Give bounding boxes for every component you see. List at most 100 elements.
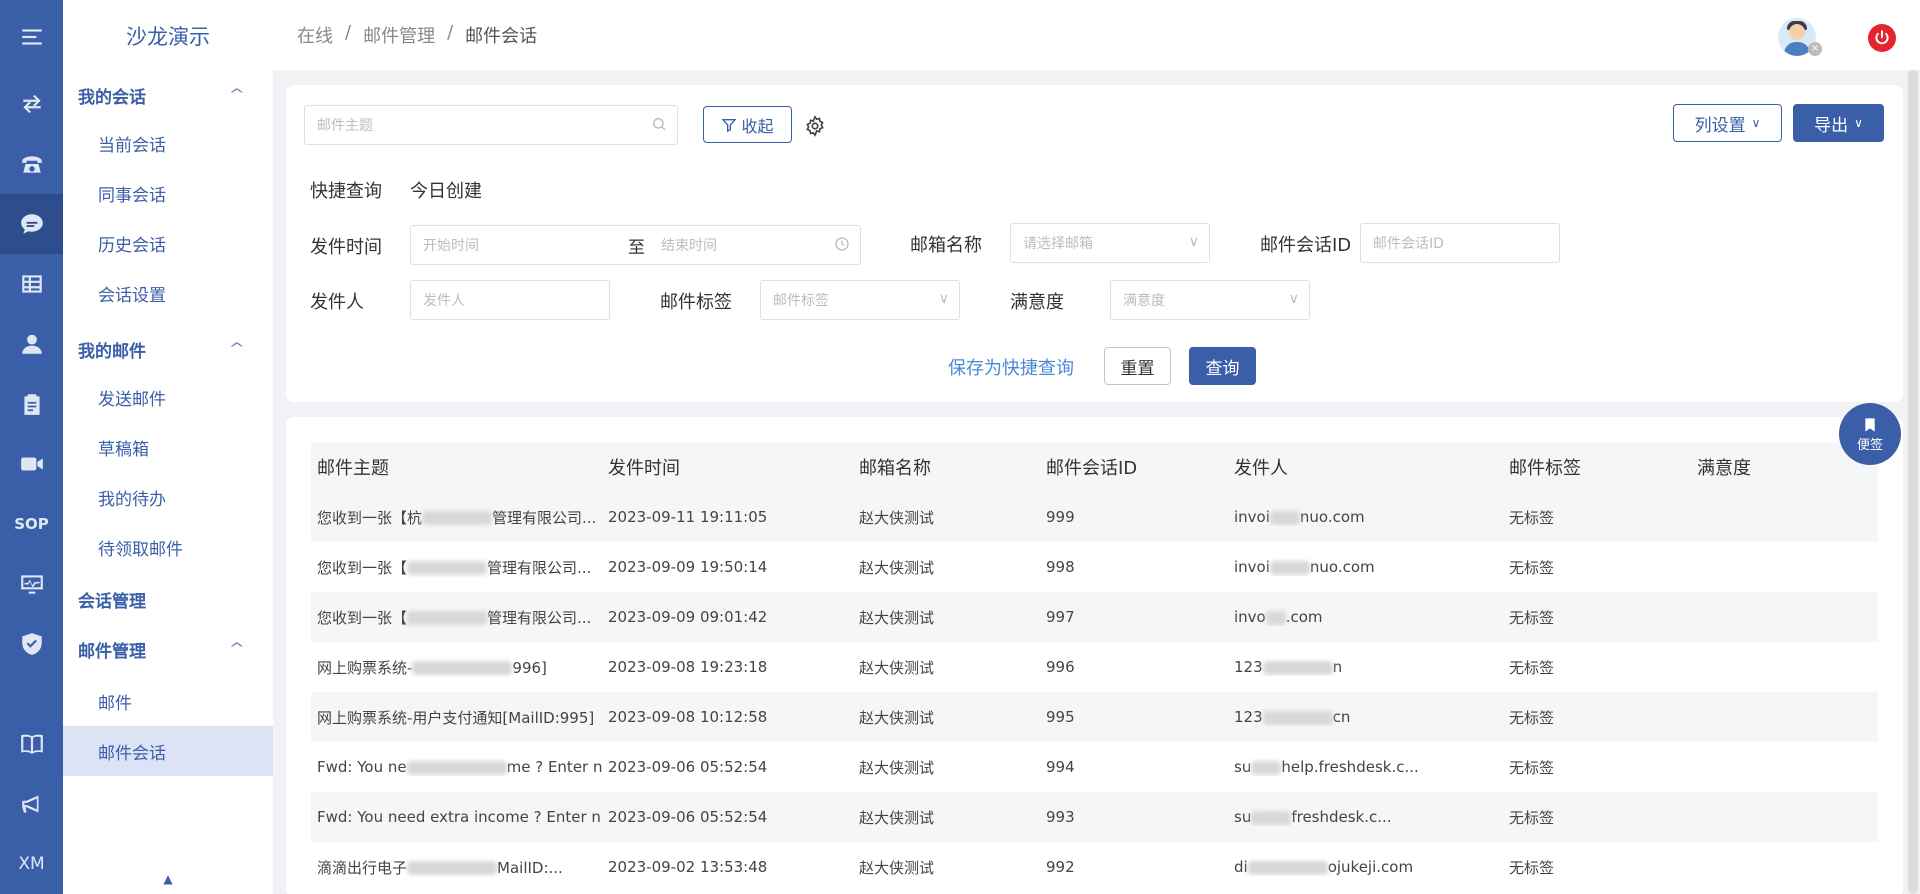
grid-icon[interactable] <box>0 254 63 314</box>
phone-icon[interactable] <box>0 134 63 194</box>
video-icon[interactable] <box>0 434 63 494</box>
sender-input[interactable]: 发件人 <box>410 280 610 320</box>
col-tag[interactable]: 邮件标签 <box>1503 454 1691 480</box>
user-icon[interactable] <box>0 314 63 374</box>
cell-session-id: 997 <box>1046 608 1075 626</box>
menu-toggle-icon[interactable] <box>0 0 63 74</box>
cell-subject: 您收到一张【 管理有限公司... <box>317 608 592 627</box>
nav-item-colleague-session[interactable]: 同事会话 <box>63 168 273 218</box>
table-row[interactable]: 滴滴出行电子 MailID:... 2023-09-02 13:53:48 赵大侠测试… <box>311 842 1878 892</box>
column-settings-button[interactable]: 列设置 ∨ <box>1673 104 1782 142</box>
cell-sender: invoi nuo.com <box>1234 508 1365 526</box>
cell-send-time: 2023-09-08 10:12:58 <box>608 708 768 726</box>
session-id-input[interactable]: 邮件会话ID <box>1360 223 1560 263</box>
cell-send-time: 2023-09-11 19:11:05 <box>608 508 768 526</box>
col-subject[interactable]: 邮件主题 <box>311 454 602 480</box>
cell-subject: Fwd: You need extra income ? Enter n... <box>317 808 602 826</box>
start-time-input[interactable]: 开始时间 <box>423 235 628 255</box>
clipboard-icon[interactable] <box>0 374 63 434</box>
nav-item-current-session[interactable]: 当前会话 <box>63 118 273 168</box>
mailbox-label: 邮箱名称 <box>910 235 982 256</box>
cell-subject: 网上购票系统-用户支付通知[MailID:995] <box>317 708 595 727</box>
cell-sender: invoi nuo.com <box>1234 558 1375 576</box>
cell-subject: 网上购票系统- 996] <box>317 658 547 677</box>
table-row[interactable]: 您收到一张【 管理有限公司... 2023-09-09 19:50:14 赵大侠测试 9… <box>311 542 1878 592</box>
table-header: 邮件主题 发件时间 邮箱名称 邮件会话ID 发件人 邮件标签 满意度 <box>311 442 1878 492</box>
book-icon[interactable] <box>0 714 63 774</box>
transfer-icon[interactable] <box>0 74 63 134</box>
table-row[interactable]: 您收到一张【 管理有限公司... 2023-09-09 09:01:42 赵大侠测试 9… <box>311 592 1878 642</box>
nav-group-session-management[interactable]: 会话管理 <box>63 576 273 622</box>
cell-sender: 123 n <box>1234 658 1343 676</box>
table-row[interactable]: 网上购票系统-用户支付通知[MailID:995] 2023-09-08 10:1… <box>311 692 1878 742</box>
nav-item-mail-session[interactable]: 邮件会话 <box>63 726 273 776</box>
icon-rail: SOP XM <box>0 0 63 894</box>
send-time-label: 发件时间 <box>310 237 382 258</box>
nav-item-my-todo[interactable]: 我的待办 <box>63 472 273 522</box>
cell-mailbox: 赵大侠测试 <box>859 608 935 627</box>
end-time-input[interactable]: 结束时间 <box>661 235 717 255</box>
app-title: 沙龙演示 <box>126 25 210 49</box>
tag-select[interactable]: 邮件标签 ∨ <box>760 280 960 320</box>
chat-icon[interactable] <box>0 193 63 254</box>
gear-icon[interactable] <box>804 115 826 141</box>
col-session-id[interactable]: 邮件会话ID <box>1040 454 1228 480</box>
nav-item-drafts[interactable]: 草稿箱 <box>63 422 273 472</box>
export-button[interactable]: 导出 ∨ <box>1793 104 1884 142</box>
col-send-time[interactable]: 发件时间 <box>602 454 853 480</box>
shield-icon[interactable] <box>0 614 63 674</box>
mailbox-select[interactable]: 请选择邮箱 ∨ <box>1010 223 1210 263</box>
breadcrumb-online[interactable]: 在线 <box>297 22 333 48</box>
cell-sender: di ojukeji.com <box>1234 858 1414 876</box>
chevron-up-icon: ^ <box>228 341 246 357</box>
save-quick-query-link[interactable]: 保存为快捷查询 <box>948 354 1074 380</box>
nav-item-send-mail[interactable]: 发送邮件 <box>63 372 273 422</box>
nav-group-my-mail[interactable]: 我的邮件 ^ <box>63 326 273 372</box>
quick-query-today[interactable]: 今日创建 <box>410 177 482 203</box>
scrollbar[interactable] <box>1908 70 1918 894</box>
subject-search-input[interactable]: 邮件主题 <box>304 105 678 145</box>
reset-button[interactable]: 重置 <box>1104 347 1171 385</box>
power-icon[interactable] <box>1868 24 1896 52</box>
cell-send-time: 2023-09-08 19:23:18 <box>608 658 768 676</box>
cell-mailbox: 赵大侠测试 <box>859 708 935 727</box>
breadcrumb-mail-management[interactable]: 邮件管理 <box>363 22 435 48</box>
sticky-note-button[interactable]: 便签 <box>1839 403 1901 465</box>
cell-subject: 您收到一张【 管理有限公司... <box>317 558 592 577</box>
col-mailbox[interactable]: 邮箱名称 <box>853 454 1040 480</box>
cell-sender: su freshdesk.c... <box>1234 808 1392 826</box>
table-row[interactable]: 您收到一张【杭 管理有限公司... 2023-09-11 19:11:05 赵大侠测试… <box>311 492 1878 542</box>
cell-sender: su help.freshdesk.c... <box>1234 758 1419 776</box>
chevron-down-icon: ∨ <box>1288 291 1299 307</box>
collapse-sidebar-icon[interactable]: ▲ <box>63 872 273 886</box>
cell-tag: 无标签 <box>1509 608 1555 627</box>
mail-session-table: 邮件主题 发件时间 邮箱名称 邮件会话ID 发件人 邮件标签 满意度 您收到一张… <box>311 442 1878 892</box>
satisfaction-label: 满意度 <box>1010 292 1064 313</box>
date-range-picker[interactable]: 开始时间 至 结束时间 <box>410 225 861 265</box>
nav-group-mail-management[interactable]: 邮件管理 ^ <box>63 626 273 672</box>
nav-item-history-session[interactable]: 历史会话 <box>63 218 273 268</box>
collapse-button[interactable]: 收起 <box>703 106 792 143</box>
nav-item-unclaimed-mail[interactable]: 待领取邮件 <box>63 522 273 572</box>
table-row[interactable]: Fwd: You need extra income ? Enter n... 2… <box>311 792 1878 842</box>
chevron-down-icon: ∨ <box>1188 234 1199 250</box>
cell-session-id: 995 <box>1046 708 1075 726</box>
satisfaction-select[interactable]: 满意度 ∨ <box>1110 280 1310 320</box>
table-body: 您收到一张【杭 管理有限公司... 2023-09-11 19:11:05 赵大侠测试… <box>311 492 1878 892</box>
sop-icon[interactable]: SOP <box>0 494 63 554</box>
table-row[interactable]: Fwd: You neme ? Enter n... 2023-09-06 05:… <box>311 742 1878 792</box>
nav-item-session-settings[interactable]: 会话设置 <box>63 268 273 318</box>
nav-item-mail[interactable]: 邮件 <box>63 676 273 726</box>
megaphone-icon[interactable] <box>0 774 63 834</box>
breadcrumb: 在线 / 邮件管理 / 邮件会话 <box>297 22 538 48</box>
col-sender[interactable]: 发件人 <box>1228 454 1503 480</box>
cell-session-id: 994 <box>1046 758 1075 776</box>
monitor-icon[interactable] <box>0 554 63 614</box>
xm-logo[interactable]: XM <box>0 834 63 894</box>
filter-icon <box>722 118 737 132</box>
nav-group-my-sessions[interactable]: 我的会话 ^ <box>63 72 273 118</box>
query-button[interactable]: 查询 <box>1189 347 1256 385</box>
table-row[interactable]: 网上购票系统- 996] 2023-09-08 19:23:18 赵大侠测试 996 12… <box>311 642 1878 692</box>
cell-tag: 无标签 <box>1509 808 1555 827</box>
cell-tag: 无标签 <box>1509 858 1555 877</box>
